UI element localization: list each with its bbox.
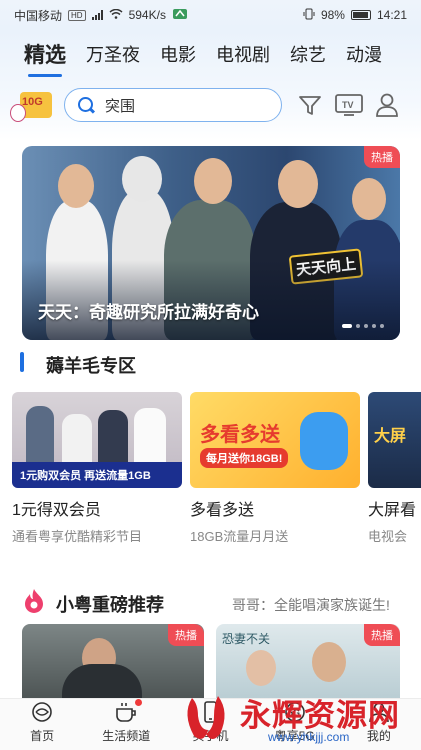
tab-variety[interactable]: 综艺: [290, 41, 326, 67]
bunny-mascot-icon: [10, 104, 26, 122]
banner-face-2: [122, 156, 162, 202]
nav-home[interactable]: 首页: [2, 701, 82, 744]
search-placeholder: 突围: [105, 97, 136, 115]
watermark-title: 永辉资源网: [240, 698, 400, 733]
banner-face-5: [352, 178, 386, 220]
tv-icon[interactable]: TV: [334, 92, 364, 118]
section-subtitle-recommended[interactable]: 哥哥：全能唱演家族诞生!: [232, 595, 390, 615]
mascot-icon: [300, 412, 348, 470]
wifi-icon: [109, 8, 123, 22]
svg-text:TV: TV: [342, 100, 354, 110]
featured-banner[interactable]: 天天向上 热播 天天：奇趣研究所拉满好奇心: [22, 146, 400, 340]
search-input[interactable]: 突围: [64, 88, 282, 122]
deal-card-2-caption: 每月送你18GB!: [200, 448, 289, 468]
tab-halloween[interactable]: 万圣夜: [86, 41, 140, 67]
watermark-url: www.yhkjjj.com: [268, 730, 350, 744]
search-icon: [77, 96, 95, 114]
deal-card-1-image: 1元购双会员 再送流量1GB: [12, 392, 182, 488]
deal-card-3-image: 大屏: [368, 392, 421, 488]
category-tabs: 精选 万圣夜 电影 电视剧 综艺 动漫: [24, 36, 382, 77]
nav-home-label: 首页: [30, 729, 55, 743]
status-bar: 中国移动 HD 594K/s 98% 14:21: [0, 0, 421, 30]
watermark-logo-icon: [187, 696, 225, 739]
deal-card-1-title: 1元得双会员: [12, 502, 101, 519]
poster-2-title: 恐妻不关: [222, 632, 271, 646]
section-title-deals: 薅羊毛专区: [46, 356, 136, 376]
notification-dot: [135, 699, 143, 706]
deal-card-1-caption: 1元购双会员 再送流量1GB: [12, 462, 182, 488]
carousel-indicator: [342, 324, 384, 328]
home-icon: [30, 701, 54, 723]
hot-badge: 热播: [364, 624, 400, 646]
vibrate-icon: [303, 8, 315, 23]
cup-icon: [114, 699, 143, 723]
carrier-label: 中国移动: [14, 8, 63, 23]
battery-percent: 98%: [320, 8, 345, 22]
tab-tv-series[interactable]: 电视剧: [216, 41, 270, 67]
hot-badge: 热播: [364, 146, 400, 168]
filter-icon[interactable]: [297, 92, 323, 118]
poster-2-face-2: [312, 642, 346, 682]
deal-card-2-image: 多看多送 每月送你18GB!: [190, 392, 360, 488]
deal-card-1-subtitle: 通看粤享优酷精彩节目: [12, 529, 143, 544]
poster-2-face-1: [246, 650, 276, 686]
tab-movies[interactable]: 电影: [160, 41, 196, 67]
promo-10g-button[interactable]: 10G: [8, 86, 54, 126]
banner-face-4: [278, 160, 318, 208]
deal-card-1[interactable]: 1元购双会员 再送流量1GB 1元得双会员 通看粤享优酷精彩节目: [12, 392, 182, 545]
app-notification-icon: [172, 8, 188, 23]
deal-card-3[interactable]: 大屏 大屏看 电视会: [368, 392, 421, 545]
deal-card-2-title: 多看多送: [190, 502, 255, 519]
clock: 14:21: [376, 8, 407, 22]
deal-card-3-title: 大屏看: [368, 502, 417, 519]
deal-card-2-heading: 多看多送: [200, 424, 280, 446]
flame-icon: [22, 588, 46, 614]
banner-title: 天天：奇趣研究所拉满好奇心: [38, 303, 259, 322]
hd-icon: HD: [68, 9, 86, 21]
tab-featured[interactable]: 精选: [24, 39, 66, 77]
hot-badge: 热播: [168, 624, 204, 646]
deal-card-2-subtitle: 18GB流量月月送: [190, 529, 289, 544]
nav-life[interactable]: 生活频道: [86, 699, 166, 744]
section-accent-bar: [20, 352, 24, 372]
deal-card-3-subtitle: 电视会: [368, 529, 408, 544]
deal-card-2[interactable]: 多看多送 每月送你18GB! 多看多送 18GB流量月月送: [190, 392, 360, 545]
watermark: 永辉资源网 www.yhkjjj.com: [172, 686, 421, 750]
banner-face-3: [194, 158, 232, 204]
nav-life-label: 生活频道: [102, 729, 151, 743]
profile-icon[interactable]: [374, 92, 400, 118]
section-title-recommended: 小粤重磅推荐: [56, 595, 164, 615]
signal-icon: [91, 10, 103, 20]
tab-anime[interactable]: 动漫: [346, 41, 382, 67]
deal-card-3-caption: 大屏: [374, 428, 407, 445]
battery-icon: [350, 10, 371, 20]
poster-1-figure: [62, 664, 142, 699]
promo-badge: 10G: [22, 96, 43, 108]
banner-face-1: [58, 164, 94, 208]
network-speed: 594K/s: [128, 8, 166, 22]
